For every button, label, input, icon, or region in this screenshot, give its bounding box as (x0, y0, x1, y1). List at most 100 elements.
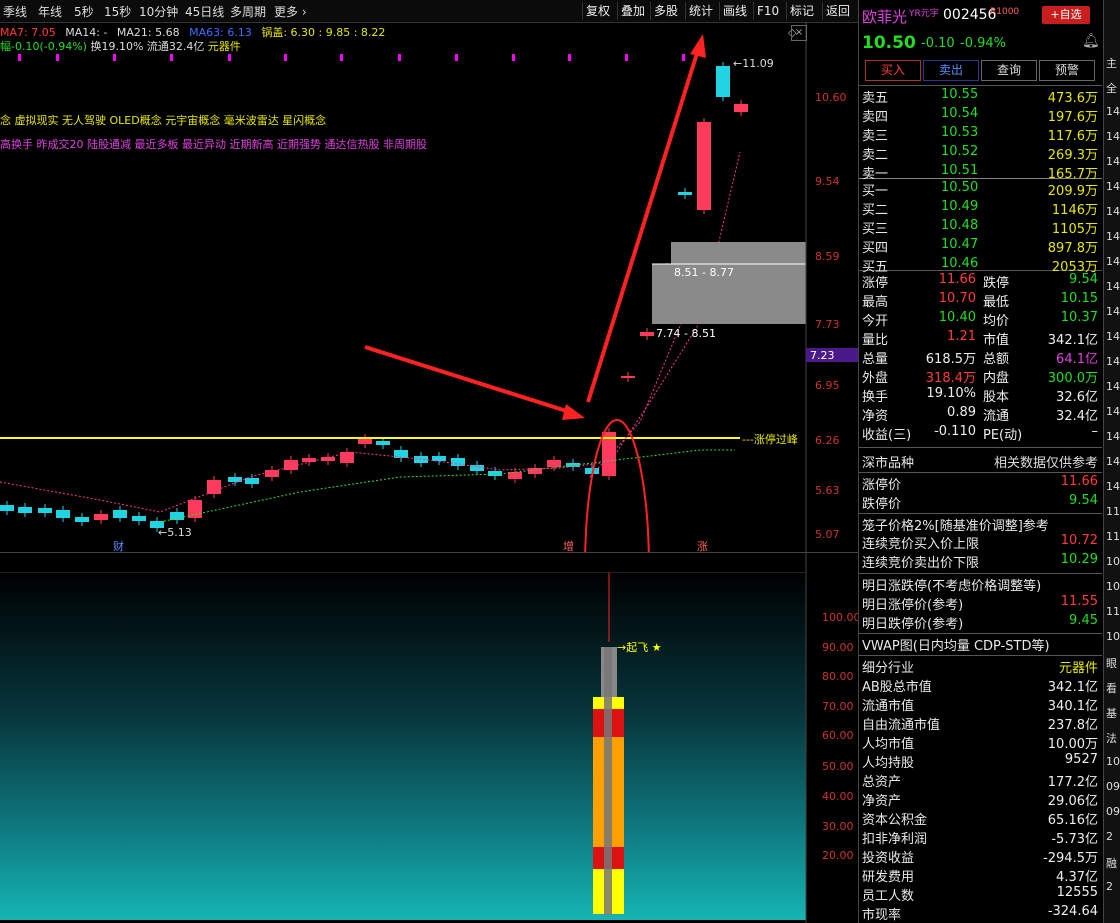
close-icon[interactable]: × (791, 25, 807, 41)
star-icon: ★ (648, 641, 662, 654)
lower-tick: 80.00 (822, 670, 854, 683)
high-price-label: ←11.09 (733, 57, 774, 70)
sell-label: 卖二 (862, 148, 889, 163)
side-strip-item[interactable]: 11 (1106, 505, 1120, 518)
bell-icon[interactable]: 🔔︎ (1082, 33, 1100, 49)
fundamental-row: 扣非净利润 -5.73亿 (859, 828, 1102, 847)
side-strip-item[interactable]: 14 (1106, 230, 1120, 243)
period-year[interactable]: 年线 (38, 3, 62, 20)
btn-stats[interactable]: 统计 (685, 2, 716, 20)
side-strip-item[interactable]: 14 (1106, 455, 1120, 468)
side-strip-item[interactable]: 14 (1106, 405, 1120, 418)
side-strip-item[interactable]: 14 (1106, 480, 1120, 493)
market-section-left: 深市品种 (862, 456, 915, 471)
period-season[interactable]: 季线 (3, 3, 27, 20)
side-strip-item[interactable]: 14 (1106, 255, 1120, 268)
axis-tick: 7.73 (815, 318, 840, 331)
side-strip-item[interactable]: 09 (1106, 805, 1120, 818)
stat-label-2: 均价 (983, 314, 1010, 329)
lower-tick: 20.00 (822, 849, 854, 862)
side-strip-item[interactable]: 14 (1106, 355, 1120, 368)
low-value: 5.13 (167, 526, 192, 539)
sell-row[interactable]: 卖二 10.52 269.3万 (859, 144, 1102, 163)
side-strip-item[interactable]: 11 (1106, 605, 1120, 618)
period-multi[interactable]: 多周期 (230, 3, 266, 20)
side-strip-item[interactable]: 10 (1106, 555, 1120, 568)
buy-button[interactable]: 买入 (865, 60, 921, 81)
arrow-head-2 (690, 34, 706, 58)
side-strip-item[interactable]: 基 (1106, 705, 1117, 721)
buy-row[interactable]: 买三 10.48 1105万 (859, 218, 1102, 237)
stat-label: 今开 (862, 314, 889, 329)
buy-row[interactable]: 买四 10.47 897.8万 (859, 237, 1102, 256)
stock-tag-r: R1000 (990, 7, 1020, 17)
stat-row: 涨停 11.66 跌停 9.54 (859, 272, 1102, 291)
buy-row[interactable]: 买一 10.50 209.9万 (859, 180, 1102, 199)
side-strip-item[interactable]: 10 (1106, 580, 1120, 593)
fundamental-label: 投资收益 (862, 851, 915, 866)
side-strip-item[interactable]: 11 (1106, 530, 1120, 543)
indicator-chart (0, 552, 807, 923)
stat-label-2: 股本 (983, 390, 1010, 405)
btn-overlay[interactable]: 叠加 (617, 2, 648, 20)
query-button[interactable]: 查询 (981, 60, 1037, 81)
side-strip-item[interactable]: 14 (1106, 380, 1120, 393)
buy-row[interactable]: 买二 10.49 1146万 (859, 199, 1102, 218)
side-strip-item[interactable]: 14 (1106, 305, 1120, 318)
period-45day[interactable]: 45日线 (185, 3, 224, 20)
arrow-left-icon: ← (158, 526, 168, 539)
side-strip-item[interactable]: 14 (1106, 105, 1120, 118)
side-strip-item[interactable]: 10 (1106, 755, 1120, 768)
side-strip-item[interactable]: 14 (1106, 130, 1120, 143)
candlestick-chart[interactable] (0, 22, 858, 552)
add-watchlist-button[interactable]: +自选 (1042, 6, 1090, 24)
side-strip-item[interactable]: 看 (1106, 680, 1117, 696)
lower-tick: 100.00 (822, 611, 861, 624)
price-pct: -0.94% (960, 36, 1006, 51)
side-strip-item[interactable]: 09 (1106, 780, 1120, 793)
signal-dot (568, 54, 571, 61)
side-strip-item[interactable]: 2 (1106, 880, 1113, 893)
fundamental-label: 流通市值 (862, 699, 915, 714)
side-strip-item[interactable]: 全 (1106, 80, 1117, 96)
side-strip-item[interactable]: 14 (1106, 205, 1120, 218)
chevron-right-icon: › (298, 5, 307, 19)
btn-fuquan[interactable]: 复权 (582, 2, 613, 20)
lower-tick: 40.00 (822, 790, 854, 803)
side-strip-item[interactable]: 10 (1106, 630, 1120, 643)
period-more[interactable]: 更多 › (274, 3, 307, 20)
side-strip-item[interactable]: 主 (1106, 55, 1117, 71)
stat-label: 总量 (862, 352, 889, 367)
period-5s[interactable]: 5秒 (74, 3, 94, 20)
side-strip-item[interactable]: 融 (1106, 855, 1117, 871)
side-strip-item[interactable]: 14 (1106, 180, 1120, 193)
cage-title: 笼子价格2%[随基准价调整]参考 (859, 515, 1102, 534)
stat-value: 11.66 (938, 272, 976, 287)
lower-tick: 90.00 (822, 641, 854, 654)
period-10min[interactable]: 10分钟 (139, 3, 178, 20)
btn-f10[interactable]: F10 (753, 2, 782, 20)
sell-row[interactable]: 卖四 10.54 197.6万 (859, 106, 1102, 125)
sell-row[interactable]: 卖三 10.53 117.6万 (859, 125, 1102, 144)
btn-multi-stock[interactable]: 多股 (650, 2, 681, 20)
side-strip-item[interactable]: 眼 (1106, 655, 1117, 671)
sell-button[interactable]: 卖出 (923, 60, 979, 81)
fundamental-value: -294.5万 (1043, 851, 1098, 866)
stat-label: 净资 (862, 409, 889, 424)
period-15s[interactable]: 15秒 (104, 3, 131, 20)
btn-mark[interactable]: 标记 (786, 2, 817, 20)
side-strip-item[interactable]: 法 (1106, 730, 1117, 746)
side-strip-item[interactable]: 14 (1106, 280, 1120, 293)
side-strip-item[interactable]: 14 (1106, 155, 1120, 168)
vwap-row[interactable]: VWAP图(日内均量 CDP-STD等) (859, 635, 1102, 654)
btn-back[interactable]: 返回 (822, 2, 853, 20)
ma-pink-line (0, 151, 741, 513)
side-strip-item[interactable]: 14 (1106, 330, 1120, 343)
buy-price: 10.48 (941, 218, 979, 233)
btn-draw-line[interactable]: 画线 (719, 2, 750, 20)
sell-row[interactable]: 卖五 10.55 473.6万 (859, 87, 1102, 106)
alert-button[interactable]: 预警 (1039, 60, 1095, 81)
side-strip-item[interactable]: 14 (1106, 430, 1120, 443)
side-strip-item[interactable]: 2 (1106, 830, 1113, 843)
fundamental-label: 人均市值 (862, 737, 915, 752)
